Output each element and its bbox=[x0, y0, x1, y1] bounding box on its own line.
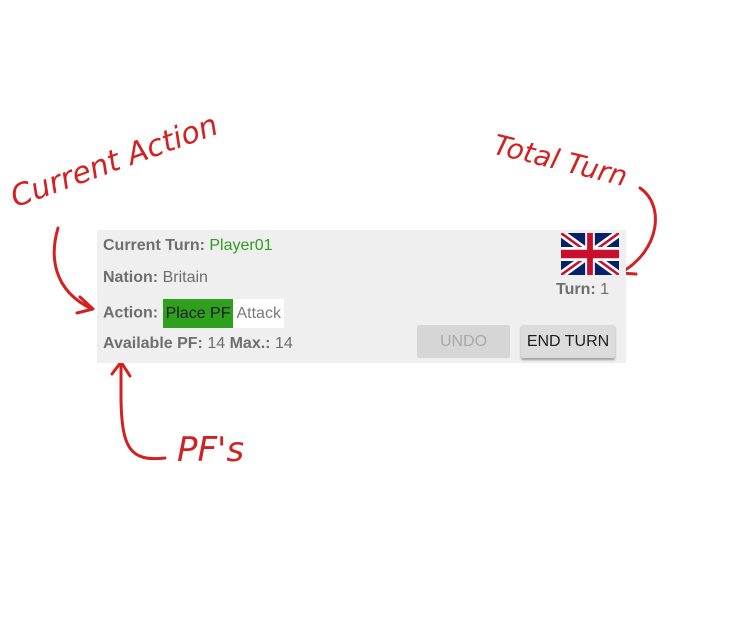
current-turn-row: Current Turn: Player01 bbox=[103, 237, 273, 255]
available-pf-value: 14 bbox=[207, 335, 226, 352]
nation-value: Britain bbox=[162, 269, 208, 286]
current-player-name: Player01 bbox=[209, 237, 273, 254]
action-option-place-pf[interactable]: Place PF bbox=[162, 299, 234, 328]
action-row: Action: Place PF Attack bbox=[103, 299, 284, 328]
nation-row: Nation: Britain bbox=[103, 269, 208, 287]
pf-row: Available PF: 14 Max.: 14 bbox=[103, 335, 293, 353]
end-turn-button[interactable]: END TURN bbox=[521, 325, 615, 358]
arrow-to-turn bbox=[620, 186, 657, 274]
union-jack-flag-icon bbox=[561, 233, 619, 275]
available-pf-label: Available PF: bbox=[103, 335, 203, 352]
nation-label: Nation: bbox=[103, 269, 159, 286]
game-status-panel: Current Turn: Player01 Nation: Britain A… bbox=[97, 230, 626, 363]
max-pf-value: 14 bbox=[274, 335, 293, 352]
undo-button[interactable]: UNDO bbox=[417, 325, 510, 358]
turn-label: Turn: bbox=[556, 281, 596, 298]
arrow-to-action bbox=[52, 226, 94, 311]
turn-value: 1 bbox=[600, 281, 610, 298]
action-option-attack[interactable]: Attack bbox=[233, 299, 284, 328]
max-pf-label: Max.: bbox=[229, 335, 271, 352]
current-turn-label: Current Turn: bbox=[103, 237, 205, 254]
total-turn-counter: Turn: 1 bbox=[556, 281, 609, 299]
action-label: Action: bbox=[103, 304, 159, 322]
arrow-to-pf bbox=[119, 363, 167, 461]
